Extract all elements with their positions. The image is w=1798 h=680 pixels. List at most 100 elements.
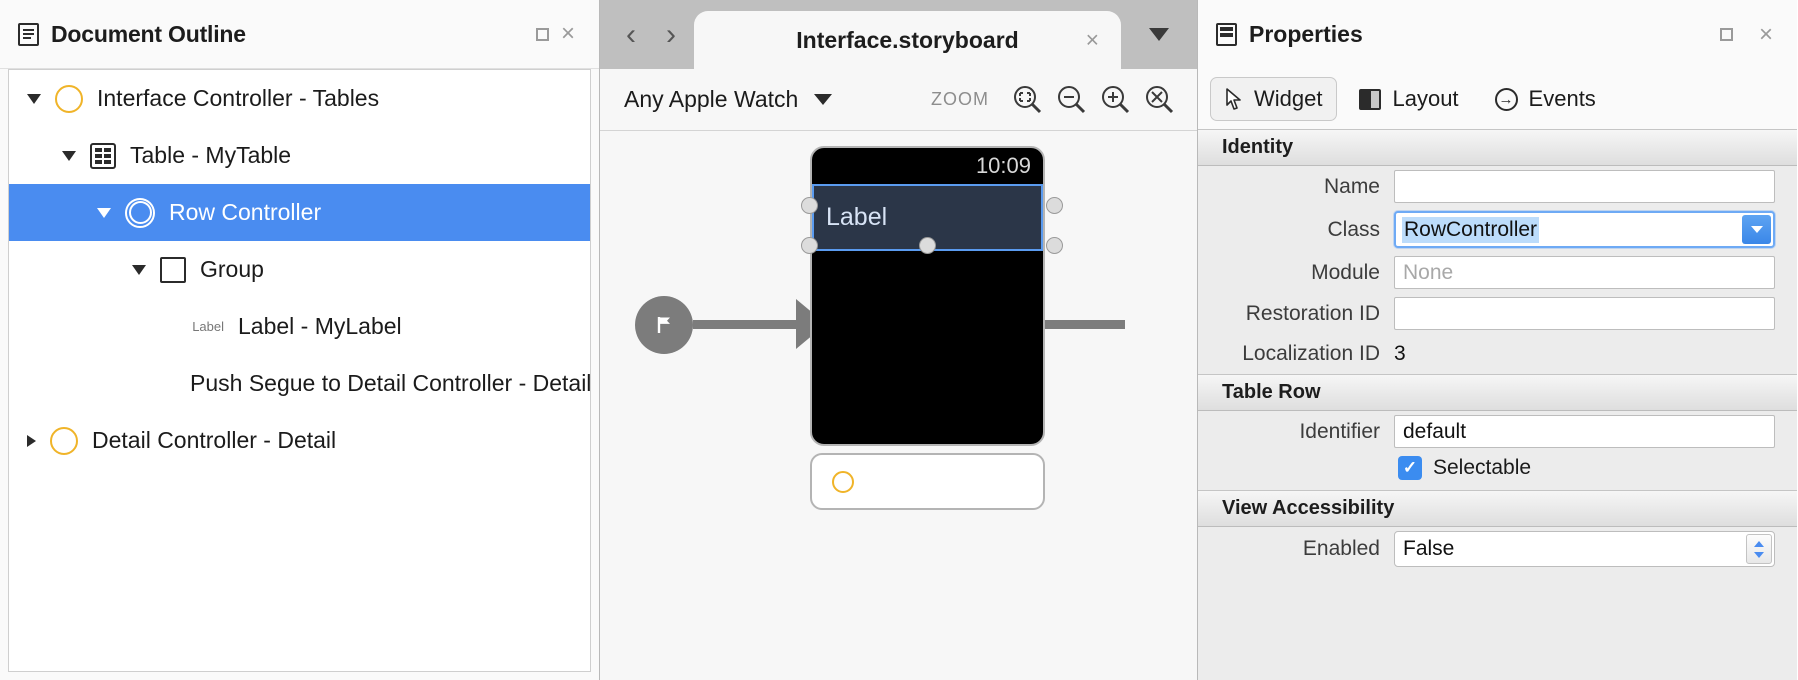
zoom-out-icon[interactable]: [1049, 78, 1093, 122]
property-row: Module None: [1198, 252, 1797, 293]
properties-title: Properties: [1249, 21, 1363, 47]
tree-row-label: Row Controller: [169, 199, 322, 225]
zoom-label: ZOOM: [931, 89, 989, 109]
entry-point-flag-icon[interactable]: [635, 296, 693, 354]
close-icon: ×: [560, 20, 575, 47]
tree-row[interactable]: Table - MyTable: [9, 127, 590, 184]
tree-row[interactable]: Detail Controller - Detail: [9, 412, 590, 469]
checkbox-label: Selectable: [1433, 456, 1532, 479]
properties-body: Identity Name Class RowController Module None…: [1198, 129, 1797, 571]
outline-tree[interactable]: Interface Controller - Tables Table - MyT…: [8, 69, 591, 672]
table-icon: [90, 142, 116, 169]
properties-header: Properties ×: [1198, 0, 1797, 69]
zoom-in-icon[interactable]: [1093, 78, 1137, 122]
document-outline-icon: [18, 22, 39, 46]
disclosure-triangle-open[interactable]: [27, 93, 41, 104]
disclosure-triangle-closed[interactable]: [27, 434, 36, 447]
property-row: Class RowController: [1198, 207, 1797, 252]
chevron-down-icon[interactable]: [1754, 551, 1764, 558]
tab-events[interactable]: → Events: [1481, 78, 1610, 120]
tree-row-label: Label - MyLabel: [238, 313, 402, 339]
tree-row-label: Group: [200, 256, 264, 282]
tab-close-icon[interactable]: ×: [1086, 27, 1099, 54]
disclosure-triangle-open[interactable]: [97, 207, 111, 218]
controller-circle-icon[interactable]: [832, 470, 854, 493]
combobox-chevron-down-icon[interactable]: [1742, 215, 1771, 244]
back-button[interactable]: ‹: [616, 17, 646, 53]
document-outline-header: Document Outline ×: [0, 0, 599, 69]
properties-minimize-button[interactable]: [1713, 22, 1739, 48]
section-header: Identity: [1198, 129, 1797, 166]
editor-panel: ‹ › Interface.storyboard × Any Apple Wat…: [600, 0, 1198, 680]
chevron-down-icon: [814, 94, 833, 105]
properties-icon: [1216, 23, 1237, 46]
text-field[interactable]: [1394, 170, 1775, 203]
properties-panel: Properties × Widget Layout → Events Iden…: [1198, 0, 1797, 680]
device-selector[interactable]: Any Apple Watch: [624, 86, 833, 113]
tree-row-label: Interface Controller - Tables: [97, 85, 380, 111]
tab-layout-label: Layout: [1392, 86, 1459, 111]
resize-handle-left-bottom[interactable]: [801, 237, 818, 254]
resize-handle-left-top[interactable]: [801, 197, 818, 214]
section-header: Table Row: [1198, 374, 1797, 411]
tree-row-label: Table - MyTable: [130, 142, 292, 168]
editor-nav-arrows: ‹ ›: [600, 0, 694, 69]
enabled-stepper[interactable]: False: [1394, 531, 1775, 567]
square-icon: [535, 27, 549, 41]
checkbox-selectable[interactable]: ✓: [1398, 456, 1422, 480]
outline-minimize-button[interactable]: [529, 21, 555, 47]
tab-layout[interactable]: Layout: [1345, 78, 1472, 120]
property-row: Localization ID 3: [1198, 334, 1797, 374]
zoom-actual-size-icon[interactable]: [1137, 78, 1181, 122]
text-field[interactable]: [1394, 297, 1775, 330]
resize-handle-bottom-center[interactable]: [919, 237, 936, 254]
disclosure-triangle-open[interactable]: [132, 264, 146, 275]
tab-interface-storyboard[interactable]: Interface.storyboard ×: [694, 11, 1121, 69]
tree-row[interactable]: Interface Controller - Tables: [9, 70, 590, 127]
label-text-icon: Label: [192, 319, 224, 334]
label-widget-text: Label: [826, 203, 888, 231]
tab-overflow-menu-button[interactable]: [1121, 0, 1197, 69]
properties-close-button[interactable]: ×: [1753, 22, 1779, 48]
tab-widget-label: Widget: [1254, 86, 1323, 111]
square-icon: [1719, 28, 1733, 41]
property-row: Name: [1198, 166, 1797, 207]
zoom-to-fit-icon[interactable]: [1005, 78, 1049, 122]
watch-scene[interactable]: 10:09 Label: [810, 146, 1045, 446]
tree-row[interactable]: Group: [9, 241, 590, 298]
property-label: Localization ID: [1242, 342, 1380, 365]
scene-dock[interactable]: [810, 453, 1045, 510]
text-field[interactable]: None: [1394, 256, 1775, 289]
disclosure-triangle-open[interactable]: [62, 150, 76, 161]
properties-header-actions: ×: [1713, 22, 1779, 48]
text-field[interactable]: default: [1394, 415, 1775, 448]
tree-row[interactable]: Row Controller: [9, 184, 590, 241]
class-combobox[interactable]: RowController: [1394, 211, 1775, 248]
tree-row[interactable]: Push Segue to Detail Controller - Detail: [9, 355, 590, 412]
checkbox-row: ✓ Selectable: [1198, 452, 1797, 490]
storyboard-canvas[interactable]: 10:09 Label: [600, 131, 1197, 680]
segue-connector-out: [1045, 320, 1125, 329]
device-name-label: Any Apple Watch: [624, 86, 799, 112]
property-label: Restoration ID: [1245, 301, 1380, 325]
section-body: Enabled False: [1198, 527, 1797, 571]
status-time: 10:09: [975, 153, 1031, 178]
cursor-arrow-icon: [1226, 88, 1241, 110]
tab-label: Interface.storyboard: [796, 26, 1019, 53]
events-arrow-icon: →: [1494, 87, 1518, 111]
chevron-down-icon: [1750, 226, 1763, 233]
property-row: Restoration ID: [1198, 293, 1797, 334]
property-label: Enabled: [1302, 537, 1380, 560]
document-outline-title: Document Outline: [51, 20, 246, 47]
outline-close-button[interactable]: ×: [555, 21, 581, 47]
chevron-up-icon[interactable]: [1754, 540, 1764, 547]
tab-widget[interactable]: Widget: [1210, 77, 1338, 121]
editor-tabstrip: ‹ › Interface.storyboard ×: [600, 0, 1197, 69]
app-root: Document Outline × Interface Controller …: [0, 0, 1798, 680]
resize-handle-right-bottom[interactable]: [1046, 237, 1063, 254]
stepper-buttons[interactable]: [1746, 534, 1772, 564]
tree-row[interactable]: Label Label - MyLabel: [9, 298, 590, 355]
resize-handle-right-top[interactable]: [1046, 197, 1063, 214]
forward-button[interactable]: ›: [656, 17, 686, 53]
layout-panes-icon: [1359, 88, 1382, 110]
